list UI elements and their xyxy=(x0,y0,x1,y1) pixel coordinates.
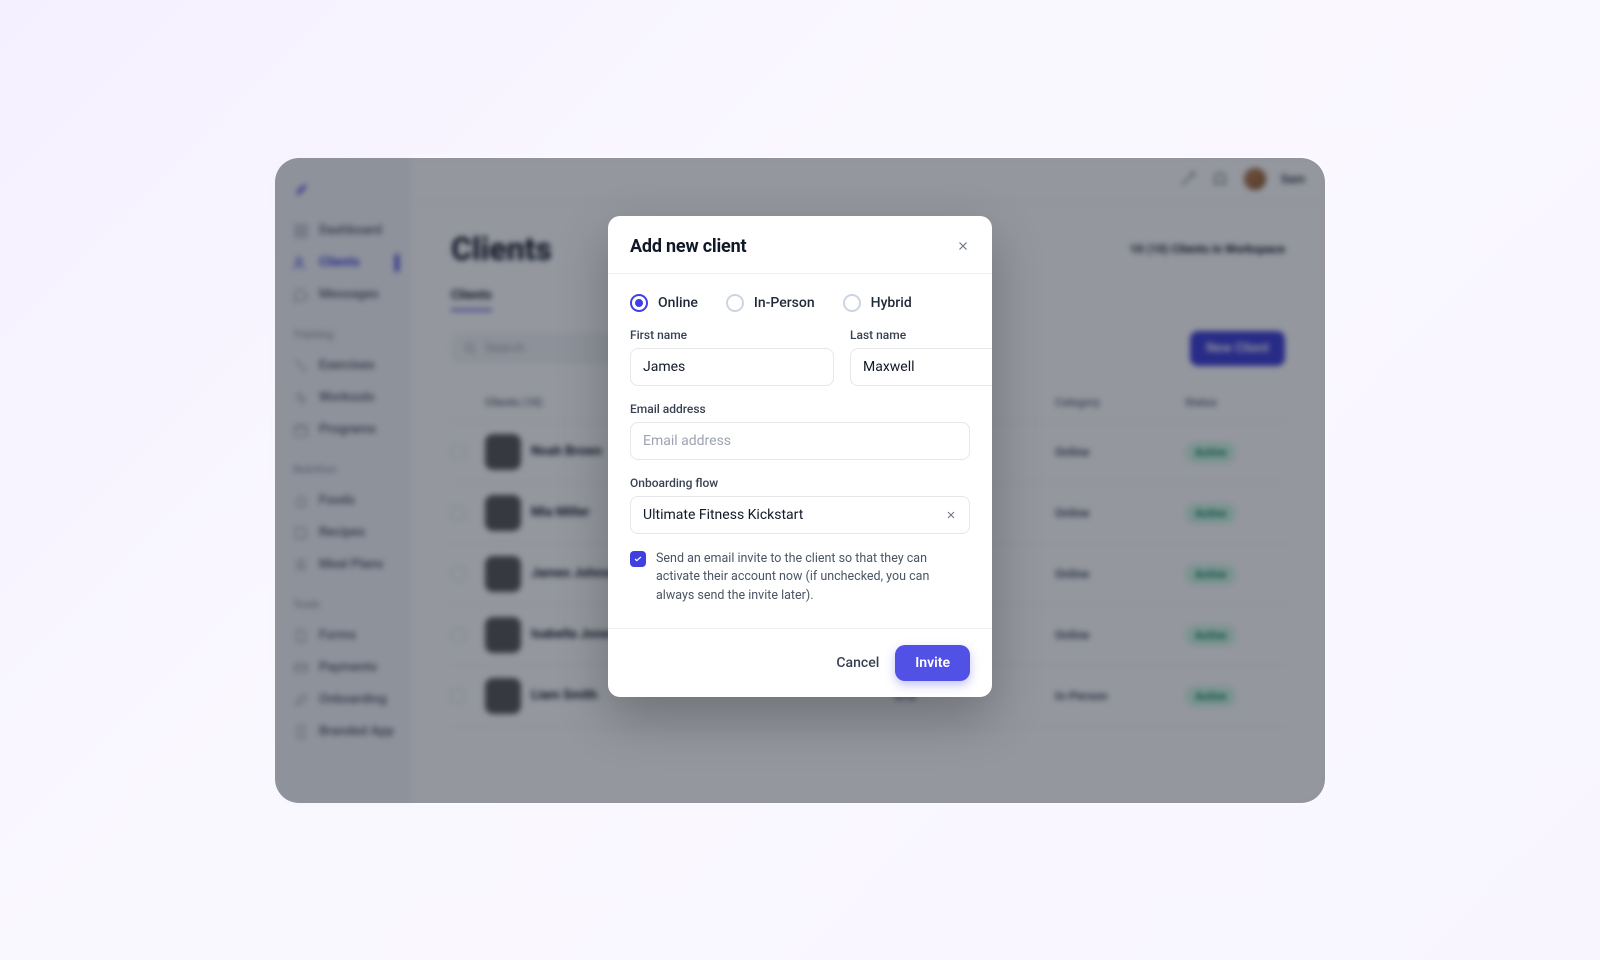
close-icon[interactable] xyxy=(956,239,970,253)
invite-button[interactable]: Invite xyxy=(895,645,970,681)
radio-icon xyxy=(843,294,861,312)
client-type-radios: Online In-Person Hybrid xyxy=(630,294,970,312)
onboarding-value: Ultimate Fitness Kickstart xyxy=(643,507,803,523)
first-name-label: First name xyxy=(630,328,834,342)
radio-inperson[interactable]: In-Person xyxy=(726,294,815,312)
email-label: Email address xyxy=(630,402,970,416)
clear-icon[interactable] xyxy=(945,509,957,521)
add-client-modal: Add new client Online In-Person xyxy=(608,216,992,697)
first-name-input[interactable] xyxy=(630,348,834,386)
radio-label: In-Person xyxy=(754,295,815,311)
radio-label: Hybrid xyxy=(871,295,912,311)
check-icon xyxy=(633,554,643,564)
radio-online[interactable]: Online xyxy=(630,294,698,312)
last-name-input[interactable] xyxy=(850,348,992,386)
cancel-button[interactable]: Cancel xyxy=(836,655,879,671)
radio-icon xyxy=(726,294,744,312)
send-invite-checkbox[interactable] xyxy=(630,551,646,567)
email-input[interactable] xyxy=(630,422,970,460)
radio-label: Online xyxy=(658,295,698,311)
onboarding-select[interactable]: Ultimate Fitness Kickstart xyxy=(630,496,970,534)
onboarding-label: Onboarding flow xyxy=(630,476,970,490)
radio-icon xyxy=(630,294,648,312)
last-name-label: Last name xyxy=(850,328,992,342)
radio-hybrid[interactable]: Hybrid xyxy=(843,294,912,312)
modal-title: Add new client xyxy=(630,236,746,257)
checkbox-text: Send an email invite to the client so th… xyxy=(656,550,970,606)
modal-overlay[interactable]: Add new client Online In-Person xyxy=(275,158,1325,803)
